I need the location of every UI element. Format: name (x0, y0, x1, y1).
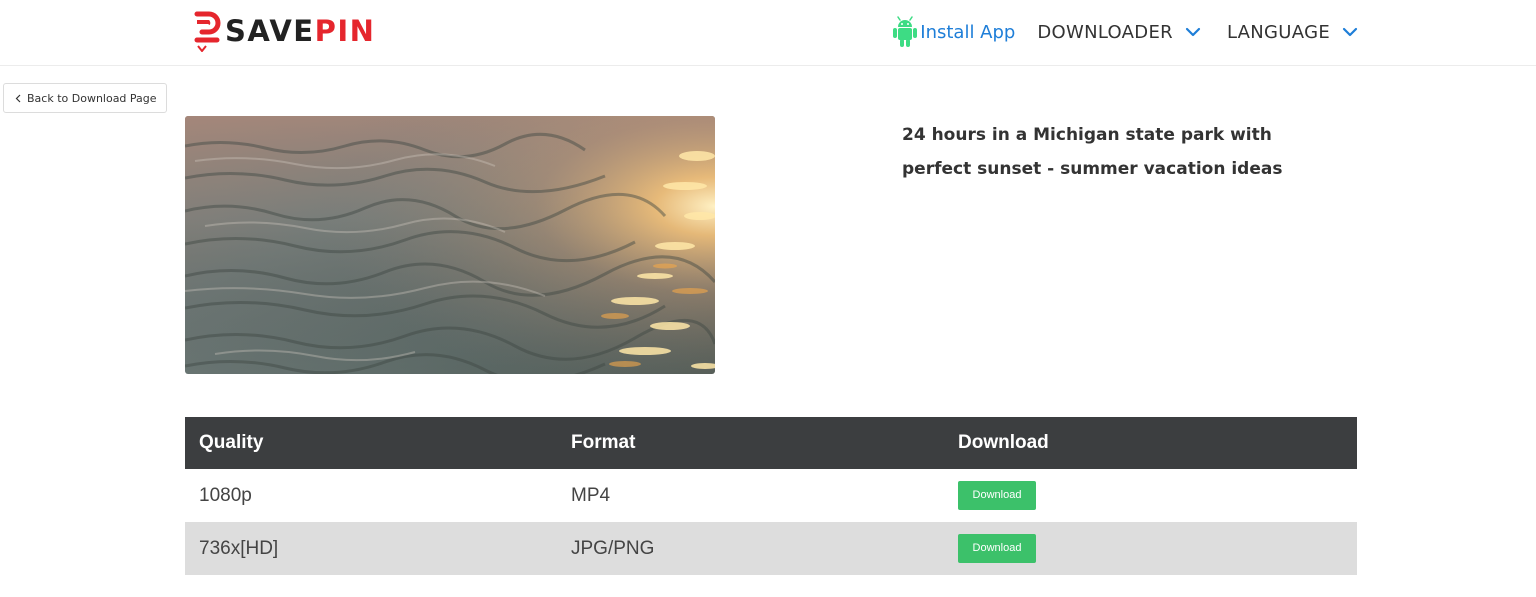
column-header-quality: Quality (185, 417, 557, 469)
download-button-1080p[interactable]: Download (958, 481, 1036, 510)
android-icon (893, 16, 918, 47)
logo-text-save: SAVE (225, 14, 315, 48)
column-header-download: Download (944, 417, 1357, 469)
install-app-link[interactable]: Install App (892, 15, 1015, 49)
site-header: SAVEPIN Install App DOWNLOADER LANGUAGE (0, 0, 1536, 66)
media-thumbnail (185, 116, 715, 374)
chevron-left-icon (15, 94, 21, 102)
download-button-736x-hd[interactable]: Download (958, 534, 1036, 563)
savepin-logo[interactable]: SAVEPIN (193, 10, 375, 52)
install-app-label: Install App (920, 21, 1016, 43)
format-cell: JPG/PNG (557, 522, 944, 575)
savepin-logo-icon (194, 11, 221, 52)
language-dropdown[interactable]: LANGUAGE (1227, 22, 1358, 43)
download-options-table: Quality Format Download 1080p MP4 Downlo… (185, 417, 1357, 575)
format-cell: MP4 (571, 484, 611, 506)
download-cell: Download (944, 522, 1357, 575)
downloader-label: DOWNLOADER (1037, 21, 1173, 43)
main-nav: Install App DOWNLOADER LANGUAGE (892, 12, 1358, 52)
table-row: 736x[HD] JPG/PNG Download (185, 522, 1357, 575)
logo-text-pin: PIN (314, 14, 376, 48)
quality-cell: 736x[HD] (185, 522, 557, 575)
media-title: 24 hours in a Michigan state park with p… (902, 125, 1283, 179)
quality-cell: 1080p (199, 484, 252, 506)
column-header-format: Format (557, 417, 944, 469)
sunset-water-image (185, 116, 715, 374)
back-to-download-button[interactable]: Back to Download Page (3, 83, 167, 113)
chevron-down-icon (1342, 27, 1358, 37)
chevron-down-icon (1185, 27, 1201, 37)
table-header-row: Quality Format Download (185, 417, 1357, 469)
back-button-label: Back to Download Page (27, 91, 157, 105)
table-row: 1080p MP4 Download (185, 469, 1357, 522)
downloader-dropdown[interactable]: DOWNLOADER (1037, 22, 1201, 43)
language-label: LANGUAGE (1226, 21, 1330, 43)
download-cell: Download (944, 469, 1357, 522)
